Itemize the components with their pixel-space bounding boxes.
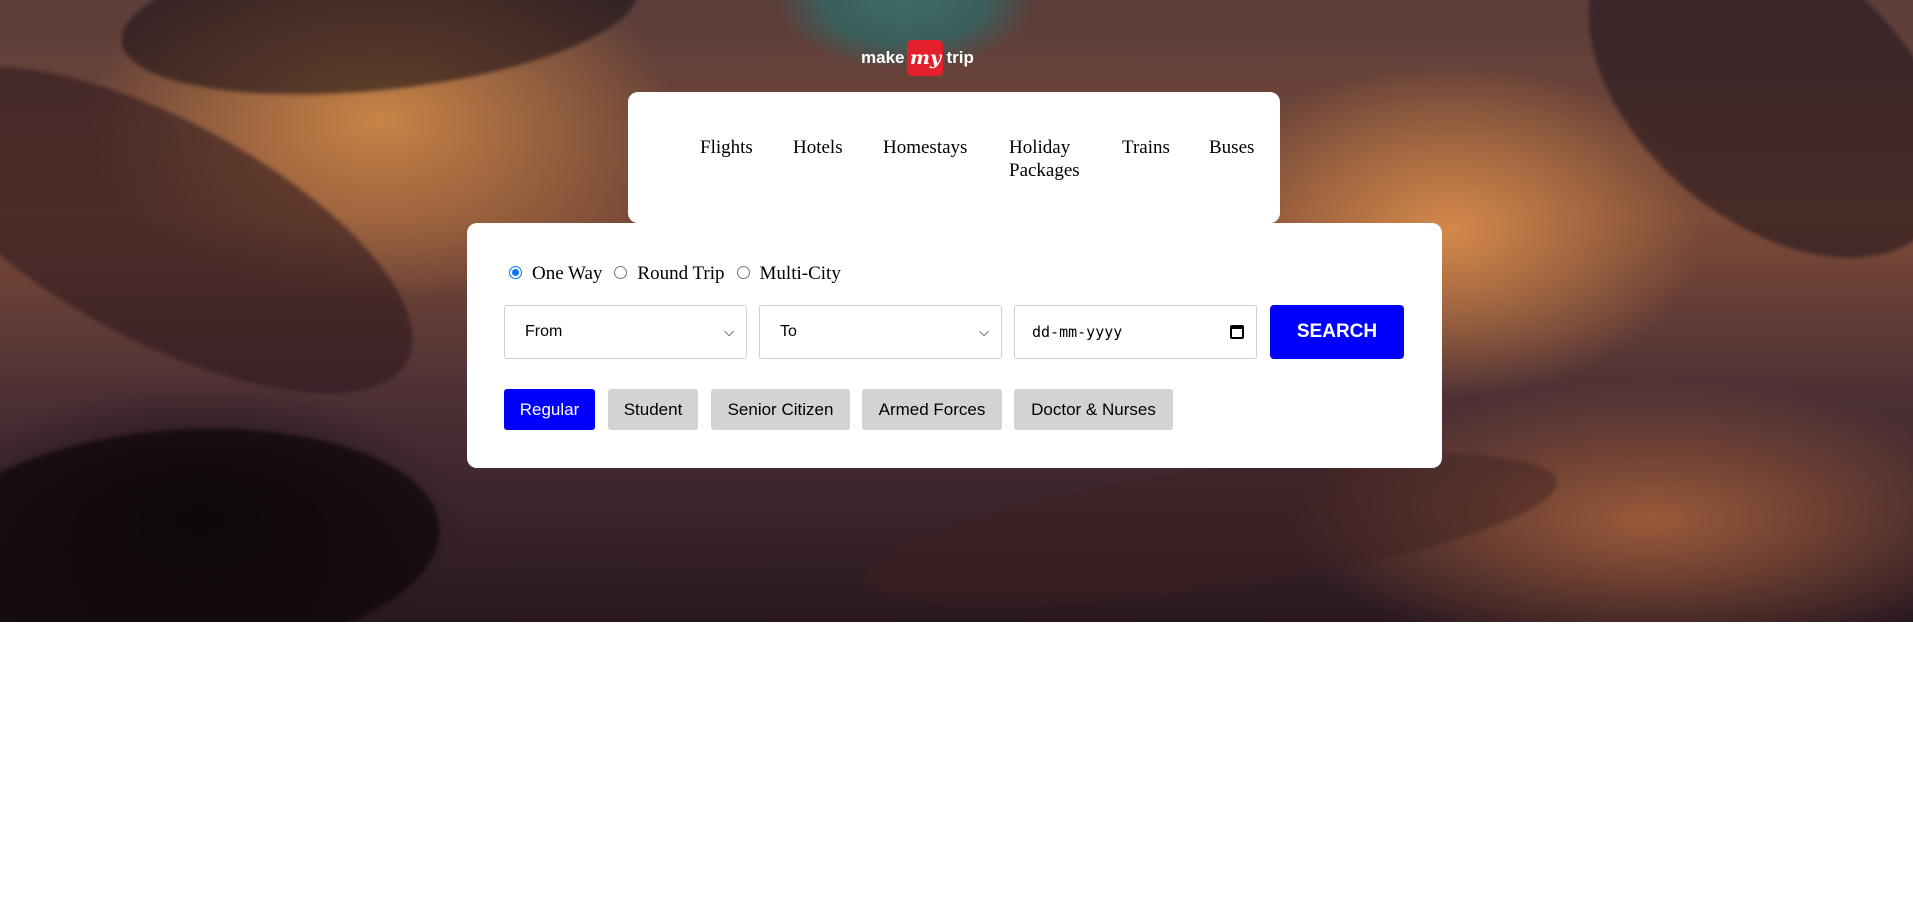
departure-date-input[interactable]: dd-mm-yyyy bbox=[1014, 305, 1257, 359]
date-placeholder: dd-mm-yyyy bbox=[1032, 323, 1123, 341]
round-trip-label[interactable]: Round Trip bbox=[637, 263, 724, 285]
canyon-wave bbox=[1525, 0, 1913, 325]
canyon-wave bbox=[113, 0, 647, 117]
one-way-radio[interactable] bbox=[509, 265, 522, 279]
one-way-label[interactable]: One Way bbox=[532, 263, 602, 285]
nav-item-flights[interactable]: Flights bbox=[700, 136, 753, 159]
fare-doctor-nurses-button[interactable]: Doctor & Nurses bbox=[1014, 389, 1173, 430]
multi-city-label[interactable]: Multi-City bbox=[760, 263, 841, 285]
chevron-down-icon: ⌵ bbox=[724, 324, 734, 339]
fare-senior-citizen-button[interactable]: Senior Citizen bbox=[711, 389, 850, 430]
multi-city-radio[interactable] bbox=[736, 265, 750, 279]
logo-text-trip: trip bbox=[946, 48, 974, 67]
to-select-value: To bbox=[780, 323, 797, 340]
nav-item-buses[interactable]: Buses bbox=[1209, 136, 1254, 159]
nav-item-holiday-packages[interactable]: Holiday Packages bbox=[1009, 136, 1080, 182]
flight-search-card: One Way Round Trip Multi-City From ⌵ To … bbox=[467, 223, 1442, 468]
trip-type-group: One Way Round Trip Multi-City bbox=[509, 263, 853, 285]
calendar-icon[interactable] bbox=[1230, 325, 1244, 339]
fare-regular-button[interactable]: Regular bbox=[504, 389, 595, 430]
nav-item-homestays[interactable]: Homestays bbox=[883, 136, 967, 159]
from-select-value: From bbox=[525, 323, 563, 340]
search-button[interactable]: SEARCH bbox=[1270, 305, 1404, 359]
from-select[interactable]: From ⌵ bbox=[504, 305, 747, 359]
chevron-down-icon: ⌵ bbox=[979, 324, 989, 339]
logo-text-make: make bbox=[861, 48, 905, 67]
logo-badge-my: my bbox=[907, 40, 944, 76]
nav-item-hotels[interactable]: Hotels bbox=[793, 136, 843, 159]
makemytrip-logo[interactable]: make my trip bbox=[861, 40, 974, 76]
nav-item-trains[interactable]: Trains bbox=[1122, 136, 1170, 159]
to-select[interactable]: To ⌵ bbox=[759, 305, 1002, 359]
round-trip-radio[interactable] bbox=[614, 265, 628, 279]
canyon-wave bbox=[0, 412, 448, 622]
fare-armed-forces-button[interactable]: Armed Forces bbox=[862, 389, 1002, 430]
fare-student-button[interactable]: Student bbox=[608, 389, 698, 430]
product-nav-card: Flights Hotels Homestays Holiday Package… bbox=[628, 92, 1280, 223]
